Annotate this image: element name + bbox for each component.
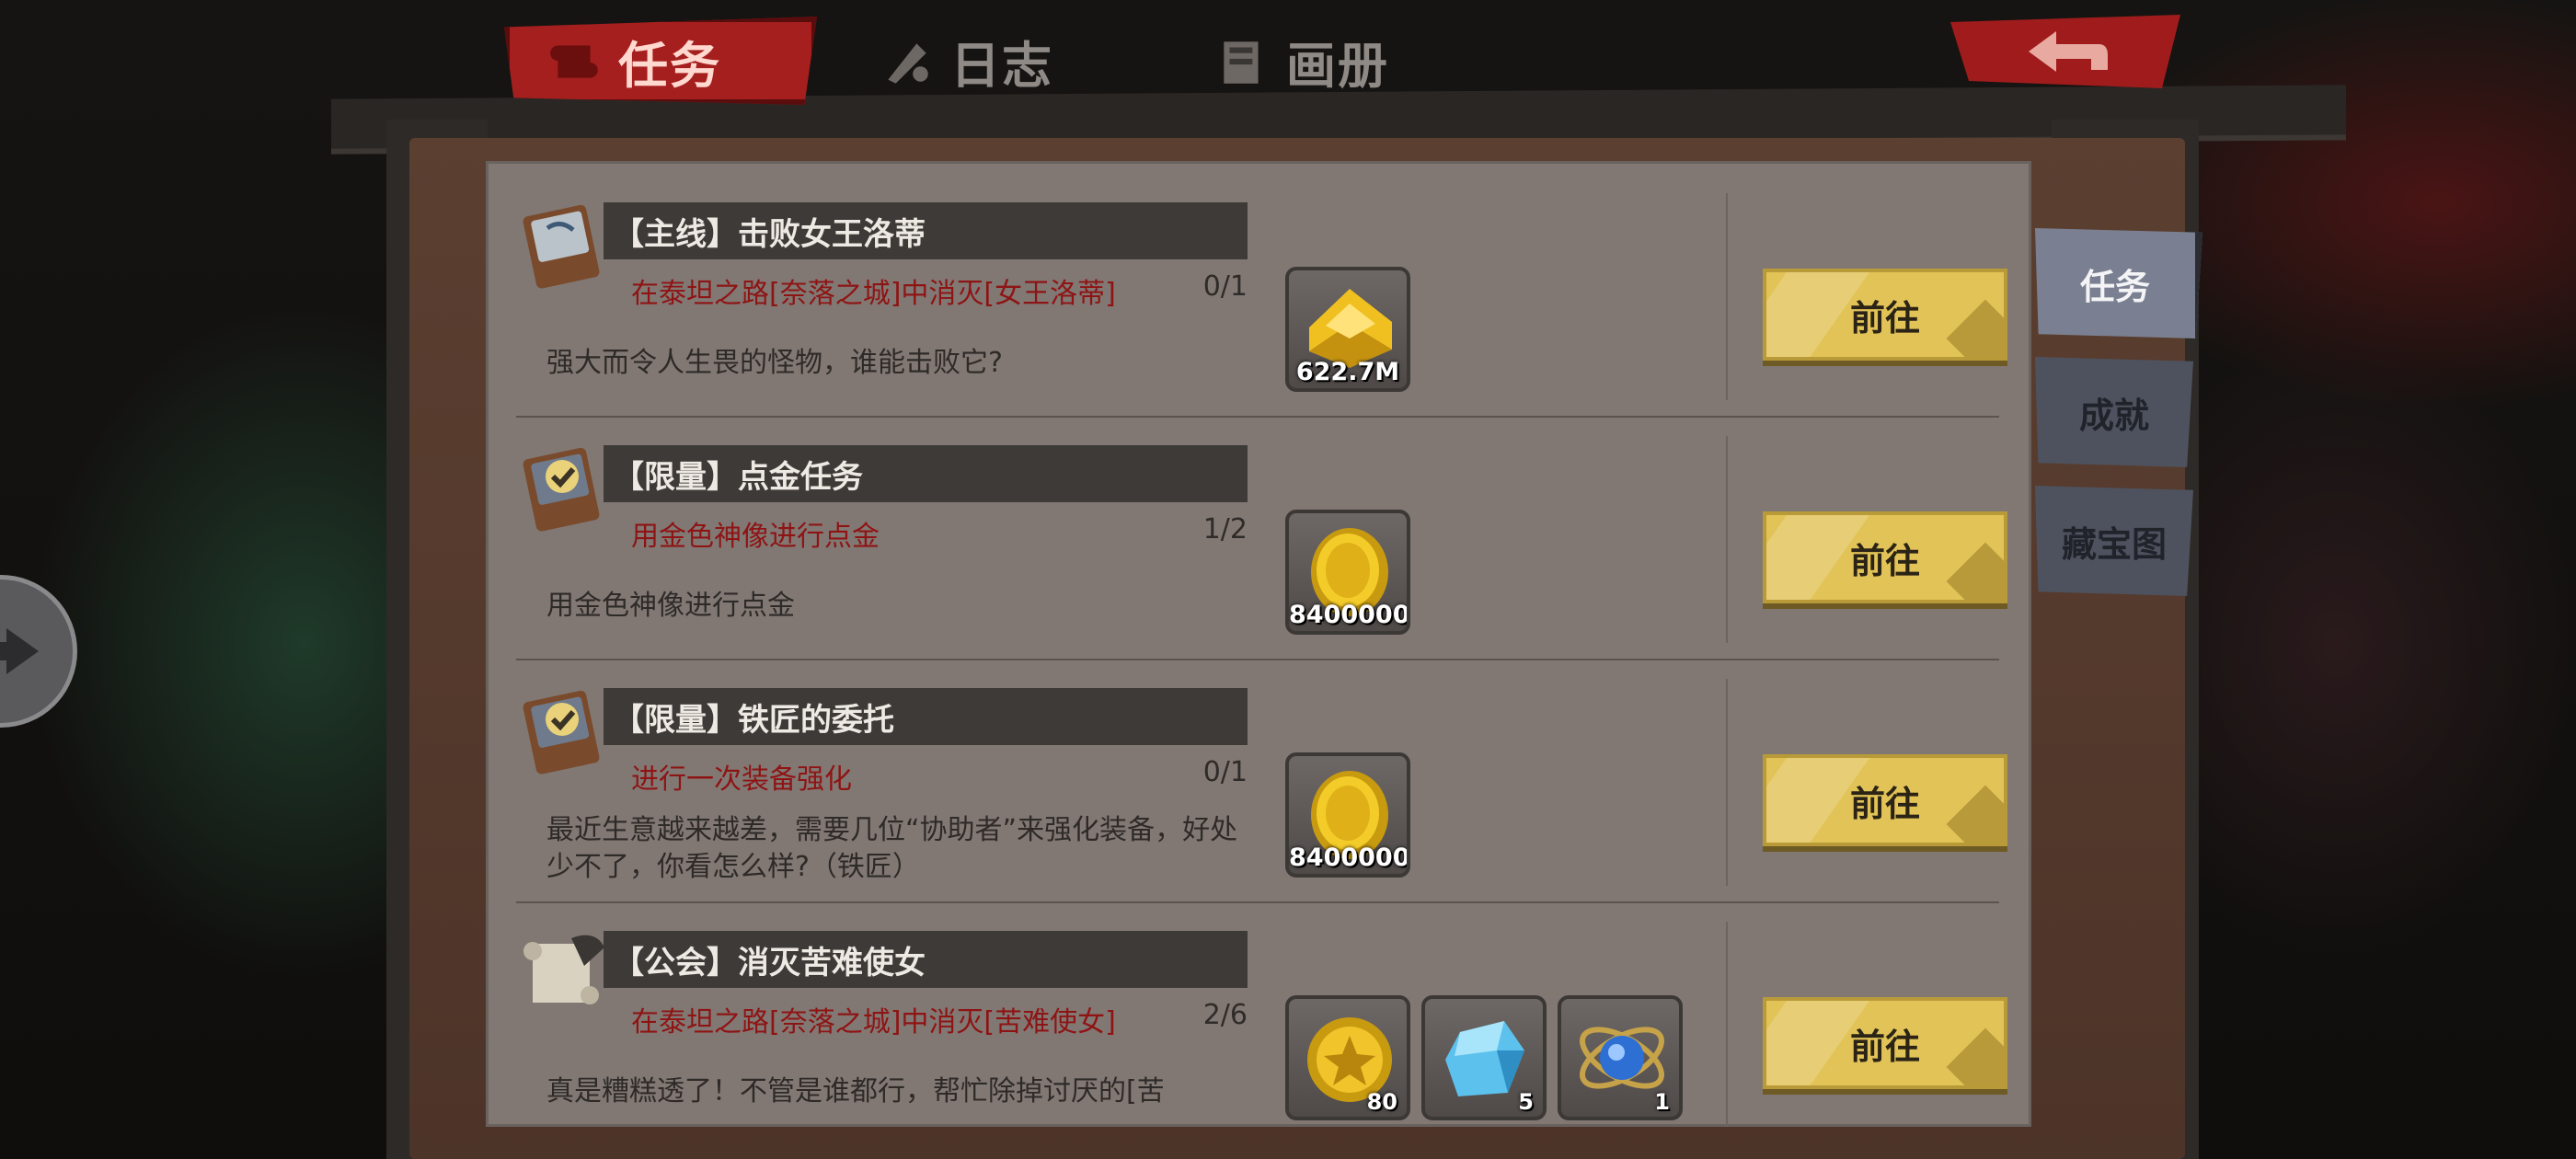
quill-icon bbox=[888, 43, 928, 84]
reward-slot[interactable]: 8400000 bbox=[1285, 752, 1410, 878]
reward-count: 5 bbox=[1518, 1089, 1534, 1115]
tab-log-label: 日志 bbox=[950, 36, 1053, 95]
quest-progress: 1/2 bbox=[1202, 513, 1248, 545]
go-button-label: 前往 bbox=[1849, 540, 1920, 581]
quest-title-bar: 【主线】击败女王洛蒂 bbox=[604, 202, 1248, 259]
reward-count: 80 bbox=[1366, 1089, 1397, 1115]
side-tab-achievements[interactable]: 成就 bbox=[2035, 357, 2193, 467]
scroll-icon bbox=[550, 45, 598, 78]
reward-count: 8400000 bbox=[1289, 843, 1410, 872]
quest-row: 【公会】消灭苦难使女 在泰坦之路[奈落之城]中消灭[苦难使女] 2/6 真是糟糕… bbox=[516, 903, 2007, 1127]
go-button-label: 前往 bbox=[1849, 297, 1920, 339]
quest-title: 【限量】铁匠的委托 bbox=[613, 701, 894, 739]
side-tab-label: 藏宝图 bbox=[2061, 523, 2167, 565]
quest-book-check-icon bbox=[523, 690, 600, 775]
go-button[interactable]: 前往 bbox=[1763, 511, 2007, 603]
reward-slot[interactable]: 5 bbox=[1421, 995, 1547, 1120]
quest-progress: 2/6 bbox=[1202, 999, 1248, 1031]
quest-description: 最近生意越来越差，需要几位“协助者”来强化装备，好处少不了，你看怎么样?（铁匠） bbox=[546, 814, 1238, 883]
reward-count: 622.7M bbox=[1295, 358, 1400, 386]
side-tab-treasure-map[interactable]: 藏宝图 bbox=[2035, 486, 2193, 596]
reward-count: 1 bbox=[1654, 1089, 1670, 1115]
go-button-label: 前往 bbox=[1849, 1026, 1920, 1067]
tab-quests[interactable]: 任务 bbox=[504, 17, 817, 105]
quest-title-bar: 【限量】点金任务 bbox=[604, 445, 1248, 502]
quest-objective: 在泰坦之路[奈落之城]中消灭[苦难使女] bbox=[631, 1006, 1116, 1039]
quest-book-check-icon bbox=[523, 447, 600, 532]
quest-progress: 0/1 bbox=[1202, 270, 1248, 303]
side-tab-label: 任务 bbox=[2079, 266, 2150, 307]
row-separator bbox=[1726, 679, 1728, 886]
quest-book-icon bbox=[523, 204, 600, 289]
row-separator bbox=[1726, 922, 1728, 1127]
tab-album-label: 画册 bbox=[1286, 36, 1389, 95]
back-button[interactable] bbox=[1950, 15, 2180, 88]
quest-title-bar: 【公会】消灭苦难使女 bbox=[604, 931, 1248, 988]
quest-scroll-icon bbox=[523, 935, 604, 1004]
quest-objective: 用金色神像进行点金 bbox=[631, 521, 880, 553]
row-separator bbox=[1726, 436, 1728, 643]
book-icon bbox=[1224, 41, 1259, 84]
tab-album[interactable]: 画册 bbox=[1214, 17, 1389, 105]
tab-quests-label: 任务 bbox=[618, 36, 721, 95]
quest-progress: 0/1 bbox=[1202, 756, 1248, 788]
quest-title-bar: 【限量】铁匠的委托 bbox=[604, 688, 1248, 745]
quest-title: 【限量】点金任务 bbox=[613, 458, 863, 496]
quest-row: 【限量】铁匠的委托 进行一次装备强化 0/1 最近生意越来越差，需要几位“协助者… bbox=[516, 660, 2007, 903]
reward-slot[interactable]: 8400000 bbox=[1285, 510, 1410, 635]
quest-row: 【主线】击败女王洛蒂 在泰坦之路[奈落之城]中消灭[女王洛蒂] 0/1 强大而令… bbox=[516, 175, 2007, 418]
side-tab-quests[interactable]: 任务 bbox=[2035, 228, 2202, 339]
go-button[interactable]: 前往 bbox=[1763, 997, 2007, 1089]
quest-description: 用金色神像进行点金 bbox=[546, 590, 795, 622]
quest-description: 强大而令人生畏的怪物，谁能击败它? bbox=[546, 347, 1003, 379]
tab-log[interactable]: 日志 bbox=[879, 17, 1053, 105]
go-button[interactable]: 前往 bbox=[1763, 754, 2007, 846]
quest-list-panel[interactable]: 【主线】击败女王洛蒂 在泰坦之路[奈落之城]中消灭[女王洛蒂] 0/1 强大而令… bbox=[486, 161, 2031, 1127]
arrow-right-icon bbox=[0, 628, 39, 674]
row-separator bbox=[1726, 193, 1728, 400]
reward-slot[interactable]: 1 bbox=[1558, 995, 1683, 1120]
quest-objective: 在泰坦之路[奈落之城]中消灭[女王洛蒂] bbox=[631, 278, 1116, 310]
side-tab-label: 成就 bbox=[2078, 395, 2149, 436]
quest-description: 真是糟糕透了！不管是谁都行，帮忙除掉讨厌的[苦 bbox=[546, 1075, 1165, 1107]
reward-count: 8400000 bbox=[1289, 601, 1410, 629]
quest-row: 【限量】点金任务 用金色神像进行点金 1/2 用金色神像进行点金 8400000… bbox=[516, 418, 2007, 660]
back-arrow-icon bbox=[2029, 31, 2108, 72]
go-button[interactable]: 前往 bbox=[1763, 269, 2007, 361]
quest-title: 【公会】消灭苦难使女 bbox=[613, 944, 926, 981]
go-button-label: 前往 bbox=[1849, 783, 1920, 824]
quest-objective: 进行一次装备强化 bbox=[631, 763, 852, 796]
reward-slot[interactable]: 622.7M bbox=[1285, 267, 1410, 392]
reward-slot[interactable]: 80 bbox=[1285, 995, 1410, 1120]
quest-title: 【主线】击败女王洛蒂 bbox=[613, 215, 926, 253]
